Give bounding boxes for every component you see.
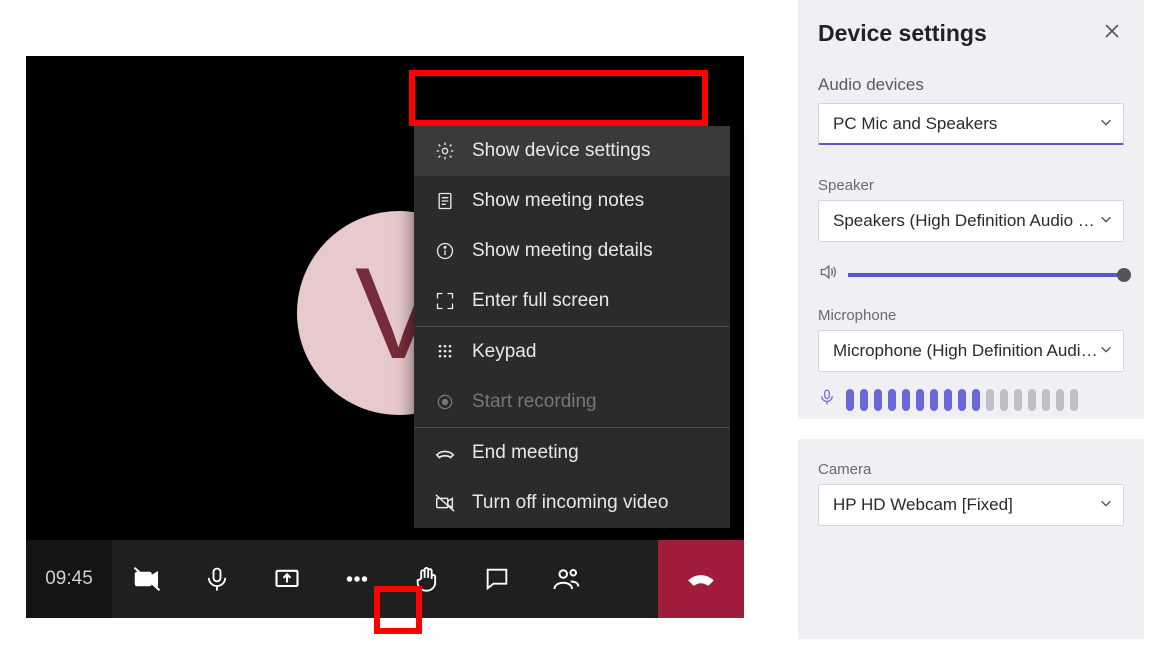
dropdown-value: PC Mic and Speakers [833, 114, 997, 134]
speaker-volume-slider[interactable] [848, 273, 1124, 277]
menu-start-recording: Start recording [414, 377, 730, 427]
menu-item-label: Show meeting details [472, 240, 653, 262]
hang-up-button[interactable] [658, 540, 744, 618]
fullscreen-icon [434, 291, 456, 311]
menu-show-meeting-details[interactable]: Show meeting details [414, 226, 730, 276]
microphone-dropdown[interactable]: Microphone (High Definition Audio … [818, 330, 1124, 372]
speaker-label: Speaker [818, 177, 1124, 194]
toggle-mic-button[interactable] [182, 540, 252, 618]
menu-item-label: End meeting [472, 442, 579, 464]
mic-level-bar [1000, 389, 1008, 411]
info-icon [434, 241, 456, 261]
audio-devices-label: Audio devices [818, 75, 1124, 95]
call-duration: 09:45 [26, 540, 112, 618]
dropdown-value: Speakers (High Definition Audio Devi… [833, 211, 1099, 231]
speaker-icon [818, 262, 838, 287]
menu-enter-full-screen[interactable]: Enter full screen [414, 276, 730, 326]
menu-show-meeting-notes[interactable]: Show meeting notes [414, 176, 730, 226]
dropdown-value: HP HD Webcam [Fixed] [833, 495, 1013, 515]
chevron-down-icon [1099, 341, 1113, 361]
end-call-icon [434, 442, 456, 464]
menu-item-label: Keypad [472, 341, 536, 363]
more-actions-menu: Show device settings Show meeting notes … [414, 126, 730, 528]
mic-level-bar [958, 389, 966, 411]
chevron-down-icon [1099, 211, 1113, 231]
share-screen-button[interactable] [252, 540, 322, 618]
mic-level-bar [944, 389, 952, 411]
toggle-camera-button[interactable] [112, 540, 182, 618]
chevron-down-icon [1099, 495, 1113, 515]
menu-end-meeting[interactable]: End meeting [414, 428, 730, 478]
dialpad-icon [434, 342, 456, 362]
show-participants-button[interactable] [532, 540, 602, 618]
mic-level-bar [846, 389, 854, 411]
more-actions-button[interactable] [322, 540, 392, 618]
gear-icon [434, 141, 456, 161]
device-settings-panel: Device settings Audio devices PC Mic and… [798, 0, 1144, 639]
mic-level-bar [916, 389, 924, 411]
camera-dropdown[interactable]: HP HD Webcam [Fixed] [818, 484, 1124, 526]
menu-turn-off-incoming-video[interactable]: Turn off incoming video [414, 478, 730, 528]
chevron-down-icon [1099, 114, 1113, 134]
menu-item-label: Turn off incoming video [472, 492, 668, 514]
video-off-icon [434, 492, 456, 514]
microphone-label: Microphone [818, 307, 1124, 324]
mic-level-bar [888, 389, 896, 411]
mic-level-bar [1056, 389, 1064, 411]
show-chat-button[interactable] [462, 540, 532, 618]
panel-divider [798, 419, 1144, 439]
mic-level-bar [1042, 389, 1050, 411]
close-panel-button[interactable] [1100, 18, 1124, 49]
mic-level-bar [1070, 389, 1078, 411]
menu-show-device-settings[interactable]: Show device settings [414, 126, 730, 176]
speaker-dropdown[interactable]: Speakers (High Definition Audio Devi… [818, 200, 1124, 242]
mic-level-bar [1028, 389, 1036, 411]
menu-keypad[interactable]: Keypad [414, 327, 730, 377]
menu-item-label: Start recording [472, 391, 597, 413]
menu-item-label: Enter full screen [472, 290, 609, 312]
notes-icon [434, 191, 456, 211]
meeting-toolbar: 09:45 [26, 540, 744, 618]
camera-label: Camera [818, 461, 1124, 478]
panel-title: Device settings [818, 20, 1100, 47]
slider-thumb[interactable] [1117, 268, 1131, 282]
menu-item-label: Show meeting notes [472, 190, 644, 212]
mic-level-bar [902, 389, 910, 411]
record-icon [434, 392, 456, 412]
dropdown-value: Microphone (High Definition Audio … [833, 341, 1099, 361]
mic-level-bar [1014, 389, 1022, 411]
mic-level-bar [860, 389, 868, 411]
mic-level-bar [874, 389, 882, 411]
microphone-level-meter [798, 378, 1144, 419]
meeting-window: V Waiting for others to join... Show dev… [26, 56, 744, 618]
audio-device-dropdown[interactable]: PC Mic and Speakers [818, 103, 1124, 145]
mic-level-bar [986, 389, 994, 411]
speaker-volume-row [798, 248, 1144, 291]
mic-level-bar [972, 389, 980, 411]
mic-level-bar [930, 389, 938, 411]
menu-item-label: Show device settings [472, 140, 651, 162]
raise-hand-button[interactable] [392, 540, 462, 618]
microphone-icon [818, 388, 836, 411]
